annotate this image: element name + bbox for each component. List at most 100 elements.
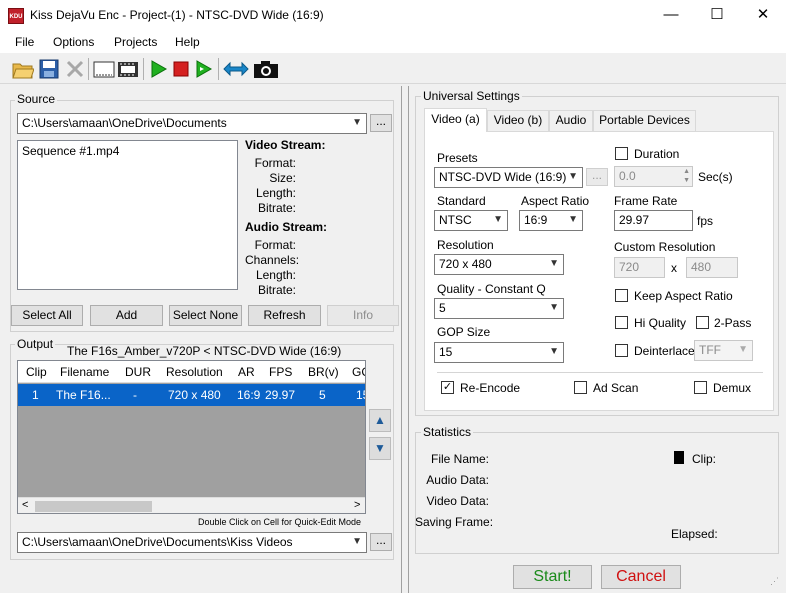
- output-path-combo[interactable]: C:\Users\amaan\OneDrive\Documents\Kiss V…: [17, 532, 367, 553]
- chevron-down-icon: ▼: [352, 536, 362, 547]
- custom-width-input[interactable]: 720: [614, 257, 665, 278]
- tab-video-a[interactable]: Video (a): [424, 108, 487, 132]
- video-bitrate-label: Bitrate:: [257, 201, 296, 215]
- clip-indicator-icon: [674, 451, 684, 464]
- stat-video-data-label: Video Data:: [426, 494, 490, 508]
- reencode-checkbox[interactable]: ✓: [441, 381, 454, 394]
- table-row[interactable]: 1 The F16... - 720 x 480 16:9 29.97 5 15: [18, 384, 365, 406]
- cell-ar[interactable]: 16:9: [237, 388, 260, 402]
- adscan-label: Ad Scan: [593, 381, 639, 395]
- standard-select[interactable]: NTSC ▼: [434, 210, 508, 231]
- gop-size-value: 15: [439, 345, 453, 359]
- tab-portable-devices[interactable]: Portable Devices: [593, 110, 696, 131]
- select-none-button[interactable]: Select None: [169, 305, 242, 326]
- col-brv[interactable]: BR(v): [308, 365, 339, 379]
- menu-file[interactable]: File: [15, 35, 34, 49]
- toolbar-separator: [218, 58, 219, 80]
- chevron-down-icon: ▼: [493, 214, 503, 225]
- resize-grip-icon[interactable]: ⋰: [770, 577, 784, 592]
- spinner-icon[interactable]: ▲ ▼: [683, 167, 690, 185]
- panel-splitter[interactable]: [401, 86, 409, 593]
- menu-help[interactable]: Help: [175, 35, 200, 49]
- play-next-icon[interactable]: [193, 58, 215, 80]
- film-strip-icon[interactable]: [117, 58, 139, 80]
- add-button[interactable]: Add: [90, 305, 163, 326]
- audio-format-label: Format:: [254, 238, 296, 252]
- audio-channels-label: Channels:: [245, 253, 300, 267]
- chevron-down-icon: ▼: [568, 214, 578, 225]
- duration-checkbox[interactable]: [615, 147, 628, 160]
- refresh-button[interactable]: Refresh: [248, 305, 321, 326]
- tab-video-b[interactable]: Video (b): [487, 110, 549, 131]
- presets-select[interactable]: NTSC-DVD Wide (16:9) ▼: [434, 167, 583, 188]
- gop-size-select[interactable]: 15 ▼: [434, 342, 564, 363]
- frame-rate-input[interactable]: 29.97: [614, 210, 693, 231]
- close-button[interactable]: ✕: [740, 0, 786, 31]
- camera-icon[interactable]: [253, 58, 279, 80]
- info-button[interactable]: Info: [327, 305, 399, 326]
- two-pass-checkbox[interactable]: [696, 316, 709, 329]
- cancel-button[interactable]: Cancel: [601, 565, 681, 589]
- col-ar[interactable]: AR: [238, 365, 255, 379]
- tab-audio[interactable]: Audio: [549, 110, 593, 131]
- stop-icon[interactable]: [170, 58, 192, 80]
- cell-dur[interactable]: -: [133, 388, 137, 402]
- source-browse-button[interactable]: ...: [370, 114, 392, 132]
- maximize-button[interactable]: ☐: [694, 0, 740, 31]
- source-path-combo[interactable]: C:\Users\amaan\OneDrive\Documents ▼: [17, 113, 367, 134]
- cell-clip[interactable]: 1: [32, 388, 39, 402]
- audio-stream-title: Audio Stream:: [245, 220, 328, 234]
- minimize-button[interactable]: —: [648, 0, 694, 31]
- horizontal-scrollbar[interactable]: < >: [18, 497, 365, 513]
- output-group-title: Output: [15, 337, 56, 351]
- col-fps[interactable]: FPS: [269, 365, 292, 379]
- keep-aspect-checkbox[interactable]: [615, 289, 628, 302]
- adscan-checkbox[interactable]: [574, 381, 587, 394]
- stat-saving-frame-label: Saving Frame:: [415, 515, 494, 529]
- play-icon[interactable]: [148, 58, 170, 80]
- duration-value: 0.0: [619, 169, 636, 183]
- blank-clip-icon[interactable]: [93, 58, 115, 80]
- custom-height-input[interactable]: 480: [686, 257, 738, 278]
- quality-select[interactable]: 5 ▼: [434, 298, 564, 319]
- select-all-button[interactable]: Select All: [11, 305, 83, 326]
- col-resolution[interactable]: Resolution: [166, 365, 223, 379]
- source-file-list[interactable]: Sequence #1.mp4: [17, 140, 238, 290]
- list-item[interactable]: Sequence #1.mp4: [18, 141, 237, 161]
- app-icon: KDU: [8, 8, 24, 24]
- swap-arrows-icon[interactable]: [223, 58, 249, 80]
- hi-quality-checkbox[interactable]: [615, 316, 628, 329]
- preset-more-button[interactable]: ...: [586, 168, 608, 186]
- scroll-thumb[interactable]: [35, 501, 152, 512]
- duration-input[interactable]: 0.0 ▲ ▼: [614, 166, 693, 187]
- cell-filename[interactable]: The F16...: [56, 388, 111, 402]
- resolution-select[interactable]: 720 x 480 ▼: [434, 254, 564, 275]
- start-button[interactable]: Start!: [513, 565, 592, 589]
- output-browse-button[interactable]: ...: [370, 533, 392, 551]
- delete-icon[interactable]: [64, 58, 86, 80]
- deinterlace-select[interactable]: TFF ▼: [694, 340, 753, 361]
- col-filename[interactable]: Filename: [60, 365, 109, 379]
- cell-fps[interactable]: 29.97: [265, 388, 295, 402]
- deinterlace-checkbox[interactable]: [615, 344, 628, 357]
- resolution-label: Resolution: [437, 238, 494, 252]
- cell-resolution[interactable]: 720 x 480: [168, 388, 221, 402]
- menu-projects[interactable]: Projects: [114, 35, 157, 49]
- cell-gc[interactable]: 15: [356, 388, 365, 402]
- col-clip[interactable]: Clip: [26, 365, 47, 379]
- reencode-label: Re-Encode: [460, 381, 521, 395]
- move-up-button[interactable]: ▲: [369, 409, 391, 432]
- menu-options[interactable]: Options: [53, 35, 94, 49]
- col-gc[interactable]: GC: [352, 365, 365, 379]
- move-down-button[interactable]: ▼: [369, 437, 391, 460]
- source-path-text: C:\Users\amaan\OneDrive\Documents: [22, 116, 227, 130]
- aspect-ratio-select[interactable]: 16:9 ▼: [519, 210, 583, 231]
- open-folder-icon[interactable]: [12, 58, 35, 80]
- col-dur[interactable]: DUR: [125, 365, 151, 379]
- scroll-right-icon[interactable]: >: [354, 499, 360, 511]
- save-icon[interactable]: [38, 58, 60, 80]
- output-grid[interactable]: Clip Filename DUR Resolution AR FPS BR(v…: [17, 360, 366, 514]
- demux-checkbox[interactable]: [694, 381, 707, 394]
- cell-brv[interactable]: 5: [319, 388, 326, 402]
- scroll-left-icon[interactable]: <: [22, 499, 28, 511]
